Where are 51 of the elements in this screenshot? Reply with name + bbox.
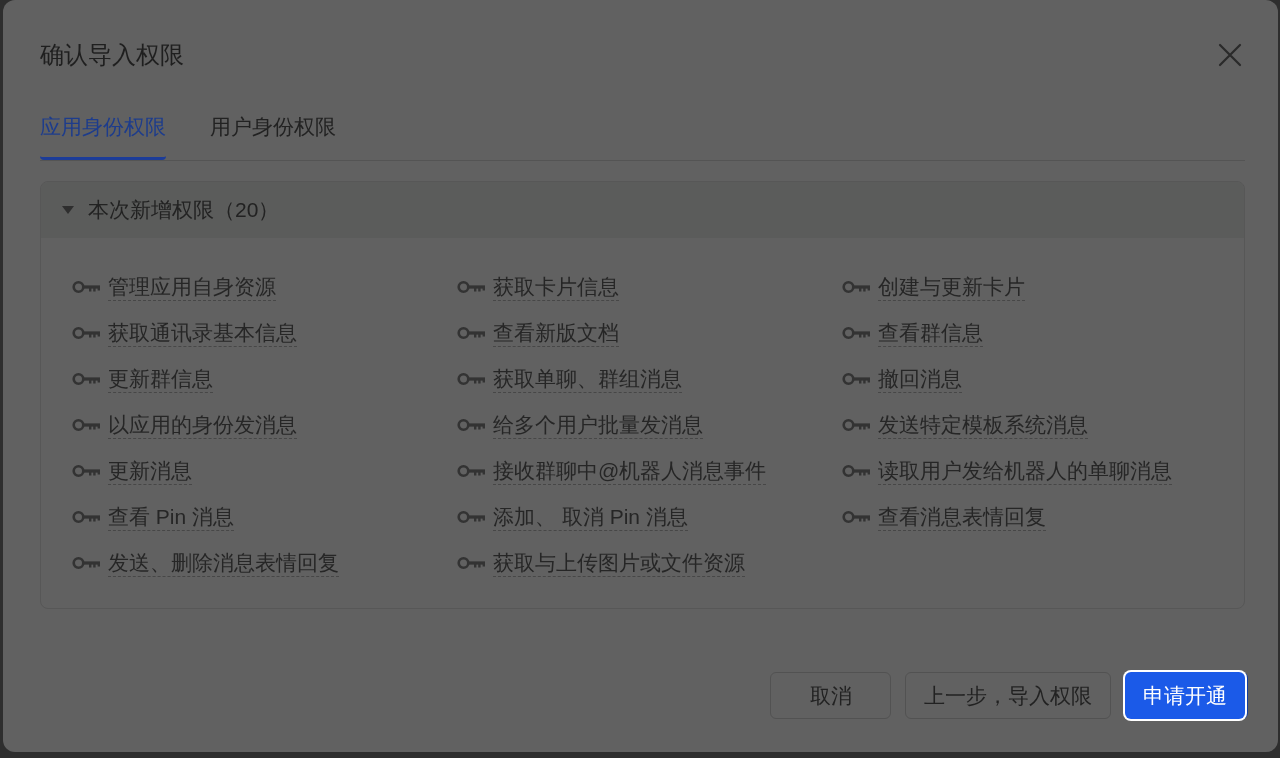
key-icon [457, 556, 485, 570]
key-icon [457, 326, 485, 340]
key-icon [842, 280, 870, 294]
key-icon [842, 464, 870, 478]
permission-link[interactable]: 查看群信息 [878, 319, 983, 347]
permission-link[interactable]: 创建与更新卡片 [878, 273, 1025, 301]
back-button[interactable]: 上一步，导入权限 [905, 672, 1111, 719]
key-icon [72, 556, 100, 570]
permission-link[interactable]: 查看 Pin 消息 [108, 503, 235, 531]
permission-link[interactable]: 以应用的身份发消息 [108, 411, 297, 439]
key-icon [72, 418, 100, 432]
key-icon [72, 464, 100, 478]
permission-link[interactable]: 添加、 取消 Pin 消息 [493, 503, 688, 531]
permission-link[interactable]: 读取用户发给机器人的单聊消息 [878, 457, 1172, 485]
key-icon [842, 372, 870, 386]
permission-link[interactable]: 查看新版文档 [493, 319, 619, 347]
permission-link[interactable]: 更新群信息 [108, 365, 213, 393]
key-icon [842, 418, 870, 432]
key-icon [457, 510, 485, 524]
permission-link[interactable]: 获取卡片信息 [493, 273, 619, 301]
permission-link[interactable]: 获取单聊、群组消息 [493, 365, 682, 393]
permission-link[interactable]: 获取通讯录基本信息 [108, 319, 297, 347]
key-icon [457, 418, 485, 432]
section-title: 本次新增权限（20） [88, 197, 280, 223]
key-icon [842, 510, 870, 524]
tab[interactable]: 应用身份权限 [40, 100, 166, 160]
permission-link[interactable]: 查看消息表情回复 [878, 503, 1046, 531]
permission-link[interactable]: 接收群聊中@机器人消息事件 [493, 457, 767, 485]
cancel-button[interactable]: 取消 [770, 672, 891, 719]
section-header[interactable]: 本次新增权限（20） [41, 182, 1244, 238]
key-icon [457, 372, 485, 386]
key-icon [457, 280, 485, 294]
permission-link[interactable]: 更新消息 [108, 457, 192, 485]
dialog-title: 确认导入权限 [40, 40, 184, 70]
permission-link[interactable]: 获取与上传图片或文件资源 [493, 549, 745, 577]
permission-link[interactable]: 发送、删除消息表情回复 [108, 549, 339, 577]
key-icon [72, 326, 100, 340]
apply-button[interactable]: 申请开通 [1125, 672, 1245, 719]
key-icon [72, 280, 100, 294]
key-icon [842, 326, 870, 340]
key-icon [457, 464, 485, 478]
tab[interactable]: 用户身份权限 [210, 100, 336, 160]
close-button[interactable] [1217, 42, 1243, 68]
permission-link[interactable]: 给多个用户批量发消息 [493, 411, 703, 439]
permission-link[interactable]: 管理应用自身资源 [108, 273, 276, 301]
key-icon [72, 372, 100, 386]
close-icon [1218, 43, 1242, 67]
permission-link[interactable]: 撤回消息 [878, 365, 962, 393]
key-icon [72, 510, 100, 524]
caret-icon [62, 206, 74, 214]
permission-link[interactable]: 发送特定模板系统消息 [878, 411, 1088, 439]
